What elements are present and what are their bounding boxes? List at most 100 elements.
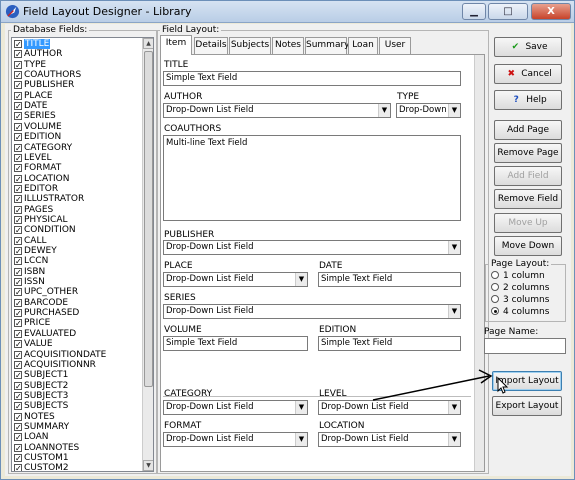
- checkbox-checked-icon[interactable]: ✓: [14, 464, 22, 471]
- checkbox-checked-icon[interactable]: ✓: [14, 247, 22, 256]
- tab-strip: Item Details Subjects Notes Summary Loan…: [160, 35, 485, 55]
- checkbox-checked-icon[interactable]: ✓: [14, 174, 22, 183]
- date-field[interactable]: Simple Text Field: [318, 272, 461, 287]
- chevron-down-icon[interactable]: ▼: [295, 401, 307, 414]
- radio-2-columns[interactable]: 2 columns: [491, 283, 549, 293]
- minimize-button[interactable]: ▁: [462, 3, 486, 20]
- checkbox-checked-icon[interactable]: ✓: [14, 184, 22, 193]
- save-button[interactable]: ✔ Save: [494, 37, 562, 57]
- type-dropdown[interactable]: Drop-Down L ▼: [396, 103, 461, 118]
- checkbox-checked-icon[interactable]: ✓: [14, 81, 22, 90]
- checkbox-checked-icon[interactable]: ✓: [14, 164, 22, 173]
- location-dropdown[interactable]: Drop-Down List Field ▼: [318, 432, 461, 447]
- checkbox-checked-icon[interactable]: ✓: [14, 298, 22, 307]
- tab-summary[interactable]: Summary: [305, 37, 350, 54]
- tab-notes[interactable]: Notes: [272, 37, 304, 54]
- checkbox-checked-icon[interactable]: ✓: [14, 443, 22, 452]
- move-up-button[interactable]: Move Up: [494, 213, 562, 233]
- checkbox-checked-icon[interactable]: ✓: [14, 288, 22, 297]
- checkbox-checked-icon[interactable]: ✓: [14, 329, 22, 338]
- chevron-down-icon[interactable]: ▼: [448, 433, 460, 446]
- database-fields-list[interactable]: ✓ CUSTOM2 ✓ CUSTOM1 ✓ LOANNOTES ✓ LOAN ✓ SUMMARY ✓…: [11, 37, 154, 472]
- chevron-down-icon[interactable]: ▼: [295, 273, 307, 286]
- scroll-down-arrow-icon[interactable]: ▼: [143, 460, 153, 471]
- cancel-button[interactable]: ✖ Cancel: [494, 64, 562, 84]
- panel-scrollbar[interactable]: [474, 55, 484, 471]
- checkbox-checked-icon[interactable]: ✓: [14, 102, 22, 111]
- checkbox-checked-icon[interactable]: ✓: [14, 412, 22, 421]
- checkbox-checked-icon[interactable]: ✓: [14, 226, 22, 235]
- radio-1-column[interactable]: 1 column: [491, 271, 545, 281]
- list-item-label: PLACE: [24, 90, 53, 101]
- list-scrollbar[interactable]: ▲ ▼: [142, 38, 153, 471]
- tab-loan[interactable]: Loan: [348, 37, 378, 54]
- tab-subjects[interactable]: Subjects: [229, 37, 271, 54]
- add-page-button[interactable]: Add Page: [494, 120, 562, 140]
- close-button[interactable]: X: [531, 3, 571, 20]
- move-down-button[interactable]: Move Down: [494, 236, 562, 256]
- chevron-down-icon[interactable]: ▼: [448, 305, 460, 318]
- checkbox-checked-icon[interactable]: ✓: [14, 381, 22, 390]
- checkbox-checked-icon[interactable]: ✓: [14, 50, 22, 59]
- export-layout-button[interactable]: Export Layout: [492, 396, 562, 416]
- category-dropdown[interactable]: Drop-Down List Field ▼: [163, 400, 308, 415]
- checkbox-checked-icon[interactable]: ✓: [14, 433, 22, 442]
- radio-label: 1 column: [503, 271, 545, 281]
- checkbox-checked-icon[interactable]: ✓: [14, 60, 22, 69]
- place-dropdown[interactable]: Drop-Down List Field ▼: [163, 272, 308, 287]
- publisher-dropdown[interactable]: Drop-Down List Field ▼: [163, 240, 461, 255]
- checkbox-checked-icon[interactable]: ✓: [14, 319, 22, 328]
- author-dropdown[interactable]: Drop-Down List Field ▼: [163, 103, 391, 118]
- title-bar[interactable]: Field Layout Designer - Library ▁ □ X: [1, 1, 574, 23]
- scroll-up-arrow-icon[interactable]: ▲: [143, 38, 153, 49]
- tab-user[interactable]: User: [379, 37, 411, 54]
- edition-field[interactable]: Simple Text Field: [318, 336, 461, 351]
- checkbox-checked-icon[interactable]: ✓: [14, 236, 22, 245]
- tab-item[interactable]: Item: [160, 35, 192, 55]
- checkbox-checked-icon[interactable]: ✓: [14, 205, 22, 214]
- checkbox-checked-icon[interactable]: ✓: [14, 350, 22, 359]
- checkbox-checked-icon[interactable]: ✓: [14, 91, 22, 100]
- checkbox-checked-icon[interactable]: ✓: [14, 267, 22, 276]
- checkbox-checked-icon[interactable]: ✓: [14, 454, 22, 463]
- volume-field[interactable]: Simple Text Field: [163, 336, 308, 351]
- checkbox-checked-icon[interactable]: ✓: [14, 402, 22, 411]
- chevron-down-icon[interactable]: ▼: [295, 433, 307, 446]
- checkbox-checked-icon[interactable]: ✓: [14, 278, 22, 287]
- checkbox-checked-icon[interactable]: ✓: [14, 133, 22, 142]
- title-field[interactable]: Simple Text Field: [163, 71, 461, 86]
- checkbox-checked-icon[interactable]: ✓: [14, 340, 22, 349]
- checkbox-checked-icon[interactable]: ✓: [14, 309, 22, 318]
- checkbox-checked-icon[interactable]: ✓: [14, 143, 22, 152]
- checkbox-checked-icon[interactable]: ✓: [14, 422, 22, 431]
- checkbox-checked-icon[interactable]: ✓: [14, 195, 22, 204]
- checkbox-checked-icon[interactable]: ✓: [14, 112, 22, 121]
- help-button[interactable]: ? Help: [494, 90, 562, 110]
- tab-details[interactable]: Details: [194, 37, 228, 54]
- checkbox-checked-icon[interactable]: ✓: [14, 360, 22, 369]
- page-name-input[interactable]: [484, 338, 566, 354]
- add-field-button[interactable]: Add Field: [494, 166, 562, 186]
- series-dropdown[interactable]: Drop-Down List Field ▼: [163, 304, 461, 319]
- checkbox-checked-icon[interactable]: ✓: [14, 40, 22, 49]
- list-item-label: DEWEY: [24, 246, 57, 256]
- chevron-down-icon[interactable]: ▼: [448, 104, 460, 117]
- radio-3-columns[interactable]: 3 columns: [491, 295, 549, 305]
- checkbox-checked-icon[interactable]: ✓: [14, 153, 22, 162]
- scroll-thumb[interactable]: [144, 51, 153, 387]
- remove-page-button[interactable]: Remove Page: [494, 143, 562, 163]
- checkbox-checked-icon[interactable]: ✓: [14, 371, 22, 380]
- checkbox-checked-icon[interactable]: ✓: [14, 122, 22, 131]
- remove-field-button[interactable]: Remove Field: [494, 189, 562, 209]
- coauthors-field[interactable]: Multi-line Text Field: [163, 135, 461, 221]
- checkbox-checked-icon[interactable]: ✓: [14, 391, 22, 400]
- chevron-down-icon[interactable]: ▼: [448, 241, 460, 254]
- checkbox-checked-icon[interactable]: ✓: [14, 71, 22, 80]
- radio-4-columns[interactable]: 4 columns: [491, 307, 549, 317]
- maximize-button[interactable]: □: [488, 3, 528, 20]
- checkbox-checked-icon[interactable]: ✓: [14, 215, 22, 224]
- chevron-down-icon[interactable]: ▼: [378, 104, 390, 117]
- checkbox-checked-icon[interactable]: ✓: [14, 257, 22, 266]
- format-dropdown[interactable]: Drop-Down List Field ▼: [163, 432, 308, 447]
- list-item-label: SUBJECT2: [24, 380, 69, 391]
